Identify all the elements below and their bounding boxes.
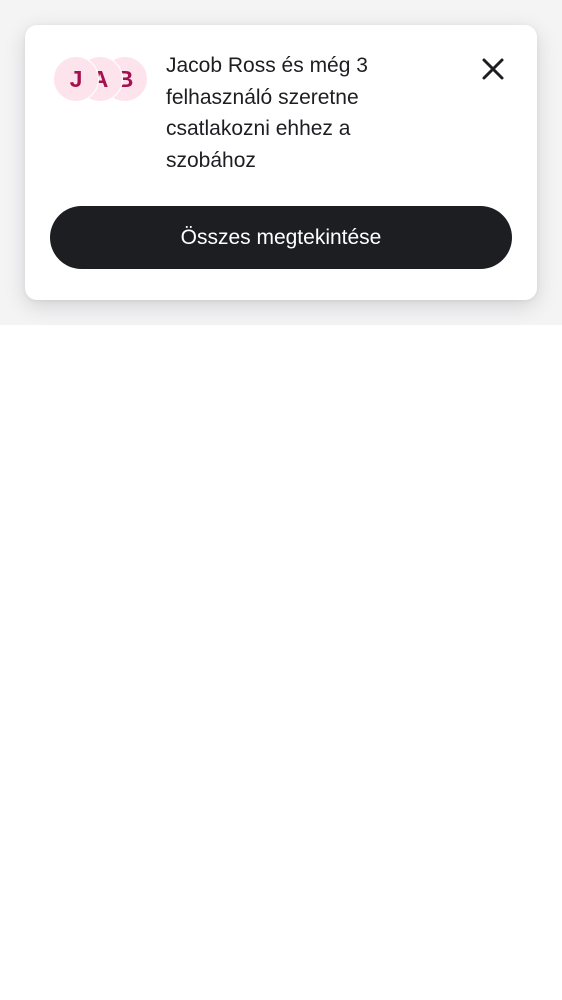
close-icon (482, 58, 504, 80)
knock-request-card: J A B Jacob Ross és még 3 felhasználó sz… (25, 25, 537, 300)
view-all-button[interactable]: Összes megtekintése (50, 206, 512, 269)
avatar: J (53, 56, 99, 102)
close-button[interactable] (477, 53, 509, 85)
requester-avatars: J A B (53, 56, 153, 102)
request-message: Jacob Ross és még 3 felhasználó szeretne… (166, 54, 368, 172)
